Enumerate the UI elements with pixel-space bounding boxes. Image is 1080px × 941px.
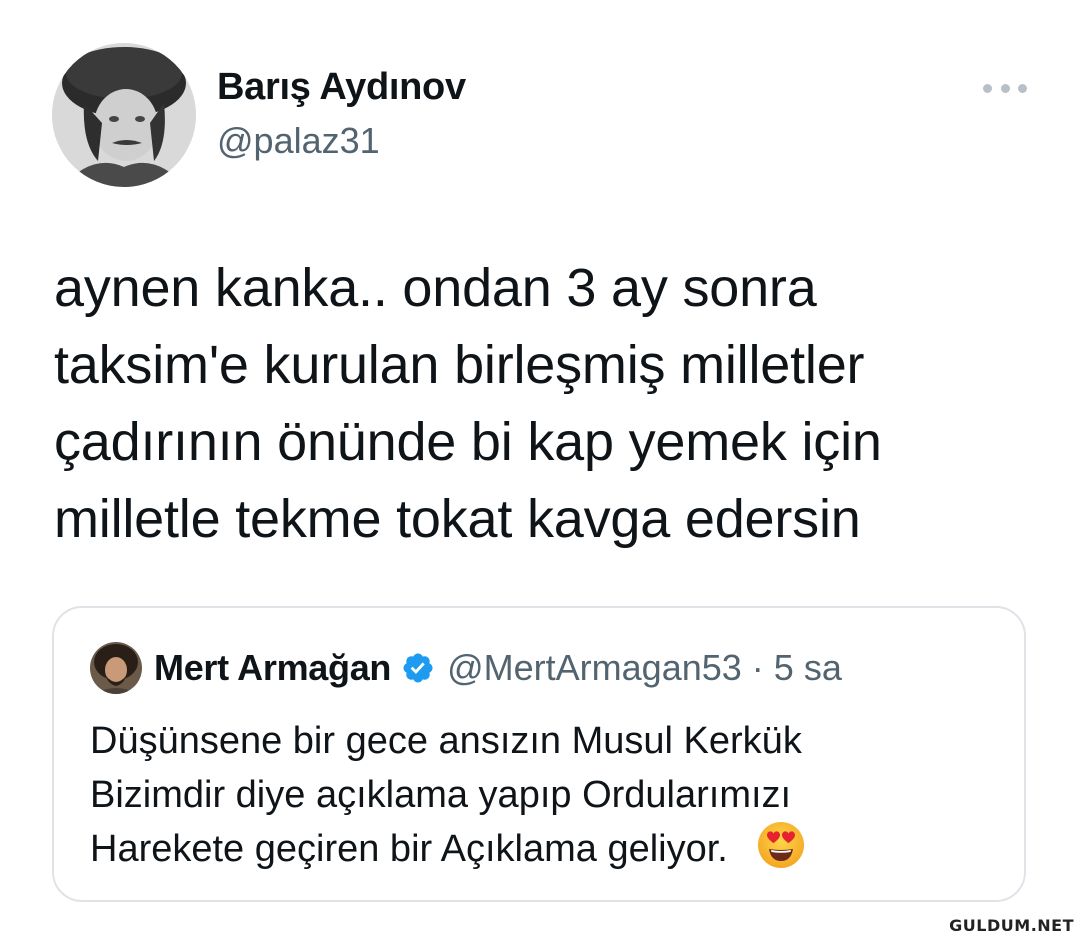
author-display-name[interactable]: Barış Aydınov	[217, 66, 466, 109]
tweet-text-line: milletle tekme tokat kavga edersin	[54, 489, 861, 549]
tweet-text-line: taksim'e kurulan birleşmiş milletler	[54, 335, 865, 395]
more-dots-icon[interactable]	[983, 76, 1027, 100]
quoted-author-display-name[interactable]: Mert Armağan	[154, 647, 391, 689]
dot	[983, 83, 992, 93]
quoted-tweet-card[interactable]: Mert Armağan @MertArmagan53 · 5 sa Düşün…	[52, 606, 1026, 902]
quoted-text-line: Harekete geçiren bir Açıklama geliyor.	[90, 828, 728, 870]
quoted-timestamp[interactable]: 5 sa	[774, 647, 842, 689]
quoted-header: Mert Armağan @MertArmagan53 · 5 sa	[154, 647, 842, 689]
quoted-author-handle[interactable]: @MertArmagan53	[447, 647, 742, 689]
author-handle[interactable]: @palaz31	[217, 120, 380, 162]
dot	[1000, 83, 1010, 93]
heart-eyes-emoji-icon	[757, 821, 804, 868]
quoted-profile-photo	[90, 642, 142, 694]
tweet-text-line: çadırının önünde bi kap yemek için	[54, 412, 882, 472]
quoted-text-line: Düşünsene bir gece ansızın Musul Kerkük	[90, 720, 802, 762]
watermark: GULDUM.NET	[949, 916, 1074, 935]
tweet-text: aynen kanka.. ondan 3 ay sonra taksim'e …	[54, 250, 1014, 558]
quoted-text-line-last: Harekete geçiren bir Açıklama geliyor.	[90, 821, 806, 876]
verified-badge-icon	[403, 653, 433, 683]
profile-photo	[52, 43, 196, 187]
separator-dot: ·	[751, 647, 764, 688]
quoted-tweet-text: Düşünsene bir gece ansızın Musul Kerkük …	[90, 714, 806, 876]
quoted-text-line: Bizimdir diye açıklama yapıp Ordularımız…	[90, 774, 792, 816]
dot	[1018, 83, 1027, 93]
quoted-author-avatar[interactable]	[90, 642, 142, 694]
author-avatar[interactable]	[52, 43, 196, 187]
tweet-text-line: aynen kanka.. ondan 3 ay sonra	[54, 258, 817, 318]
